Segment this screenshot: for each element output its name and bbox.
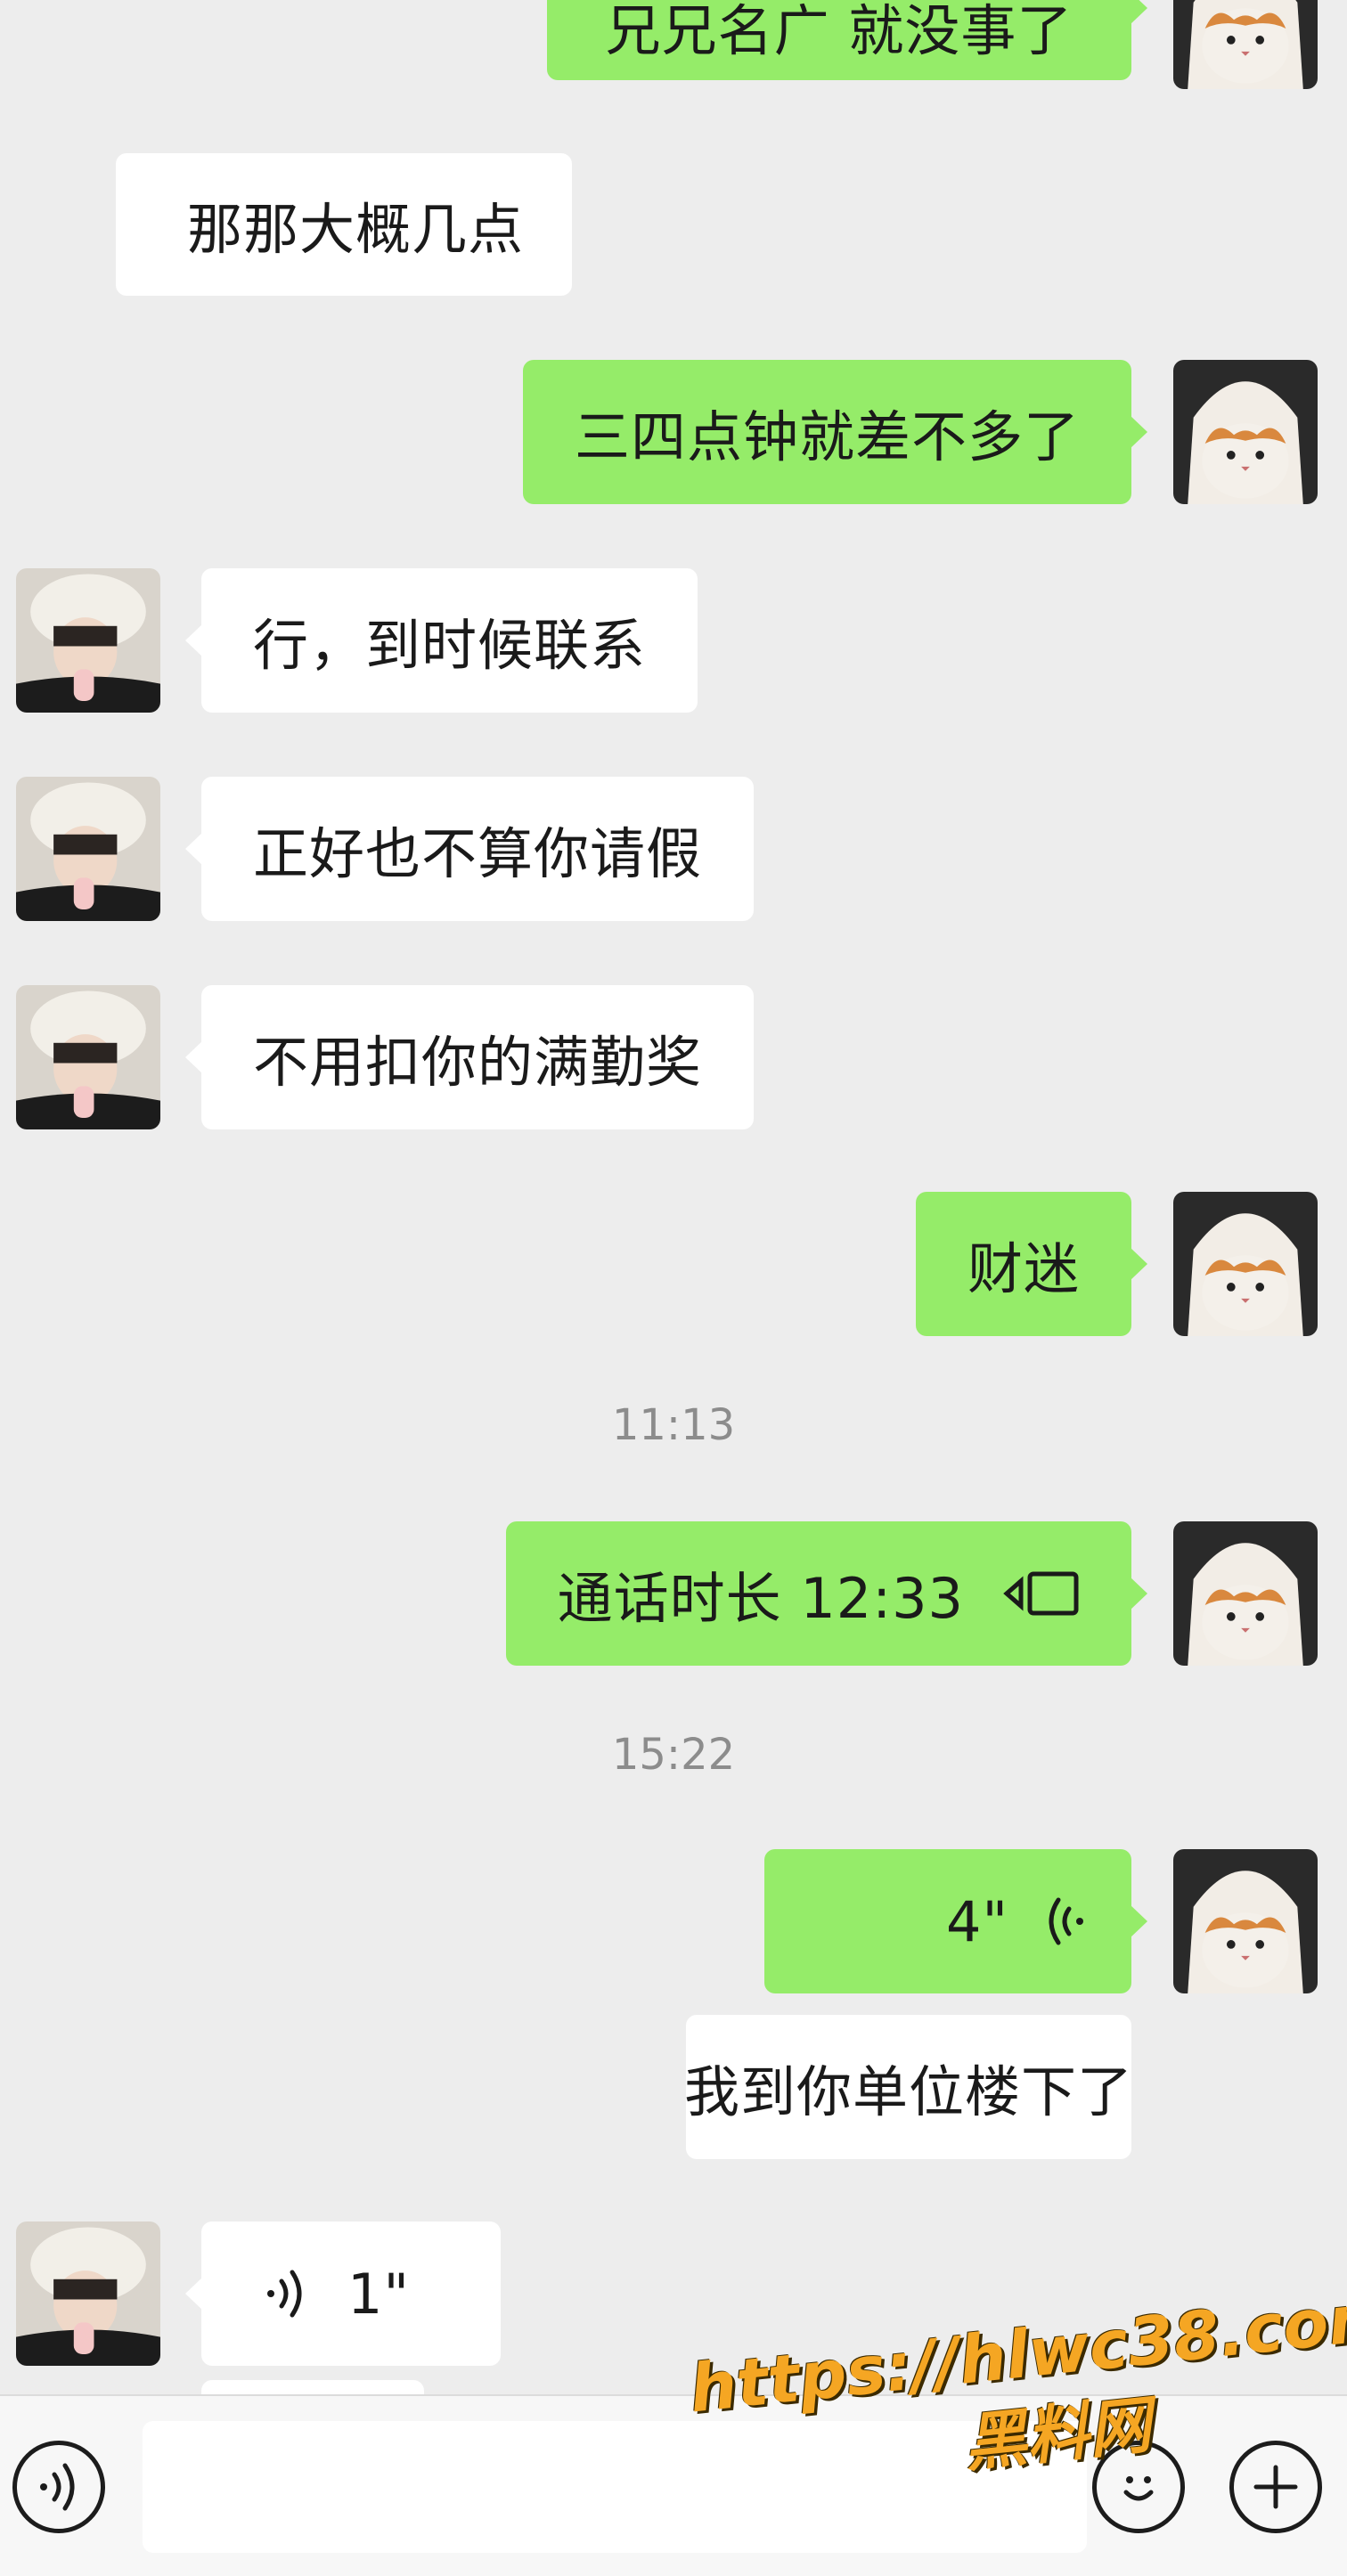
my-avatar[interactable]	[1173, 0, 1318, 89]
plus-icon	[1253, 2465, 1298, 2509]
chat-area[interactable]: 兄兄名广 就没事了 那那大概几点 三四点钟就差不多了 行，到时候联系 正好也不算…	[0, 0, 1347, 2394]
video-call-icon	[1003, 1569, 1080, 1618]
message-text: 兄兄名广 就没事了	[605, 0, 1074, 63]
voice-duration: 4"	[946, 1888, 1008, 1954]
cat-avatar-icon	[1173, 1192, 1318, 1336]
voice-wave-icon	[265, 2267, 306, 2320]
contact-avatar[interactable]	[16, 568, 160, 713]
message-text: 行，到时候联系	[253, 613, 647, 678]
my-avatar[interactable]	[1173, 1849, 1318, 1993]
person-avatar-icon	[16, 568, 160, 713]
voice-duration: 1"	[347, 2261, 410, 2327]
cat-avatar-icon	[1173, 1521, 1318, 1666]
my-avatar[interactable]	[1173, 1521, 1318, 1666]
call-duration-text: 通话时长 12:33	[557, 1566, 964, 1631]
message-bubble-sent[interactable]: 财迷	[915, 1192, 1148, 1336]
voice-wave-icon	[1044, 1895, 1085, 1948]
person-avatar-icon	[16, 2221, 160, 2366]
message-timestamp: 15:22	[611, 1730, 736, 1780]
message-bubble-received[interactable]: 正好也不算你请假	[184, 777, 755, 921]
cat-avatar-icon	[1173, 360, 1318, 504]
voice-transcript-bubble[interactable]: 我到你单位楼下了	[684, 2015, 1134, 2159]
voice-mode-button[interactable]	[12, 2441, 105, 2533]
contact-avatar[interactable]	[16, 2221, 160, 2366]
message-bubble-received[interactable]: 行，到时候联系	[184, 568, 698, 713]
contact-avatar[interactable]	[16, 777, 160, 921]
call-record-bubble[interactable]: 通话时长 12:33	[505, 1521, 1148, 1666]
message-text: 那那大概几点	[187, 197, 525, 262]
message-text: 不用扣你的满勤奖	[253, 1030, 703, 1095]
message-text: 三四点钟就差不多了	[574, 404, 1080, 469]
message-bubble-sent[interactable]: 三四点钟就差不多了	[522, 360, 1148, 504]
message-text: 财迷	[967, 1236, 1080, 1301]
my-avatar[interactable]	[1173, 1192, 1318, 1336]
voice-message-bubble[interactable]: 1"	[185, 2221, 501, 2366]
cat-avatar-icon	[1173, 1849, 1318, 1993]
transcript-text: 我到你单位楼下了	[684, 2059, 1134, 2124]
voice-mode-icon	[40, 2463, 75, 2511]
emoji-icon	[1123, 2476, 1154, 2501]
person-avatar-icon	[16, 777, 160, 921]
message-bubble-received[interactable]: 不用扣你的满勤奖	[184, 985, 755, 1129]
my-avatar[interactable]	[1173, 360, 1318, 504]
person-avatar-icon	[16, 985, 160, 1129]
voice-message-bubble[interactable]: 4"	[764, 1849, 1147, 1993]
message-bubble-sent[interactable]: 兄兄名广 就没事了	[547, 0, 1147, 80]
message-bubble-received[interactable]: 那那大概几点	[116, 153, 573, 296]
contact-avatar[interactable]	[16, 985, 160, 1129]
message-timestamp: 11:13	[611, 1400, 736, 1450]
message-bubble-received[interactable]	[201, 2380, 424, 2394]
message-text: 正好也不算你请假	[253, 821, 703, 886]
cat-avatar-icon	[1173, 0, 1318, 89]
